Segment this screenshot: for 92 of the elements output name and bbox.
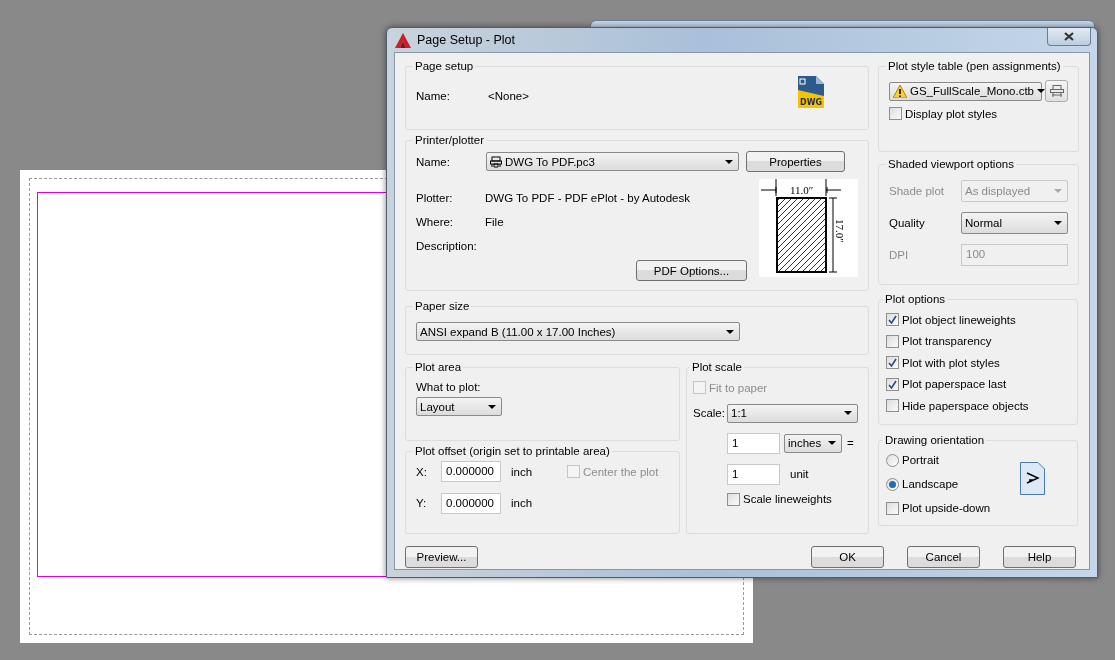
field-label: Shade plot bbox=[889, 185, 945, 197]
field-label: Description: bbox=[416, 240, 478, 252]
warning-icon bbox=[893, 84, 907, 98]
field-label: X: bbox=[416, 465, 428, 478]
checkmark-icon bbox=[888, 358, 897, 368]
radio-button[interactable] bbox=[886, 453, 899, 467]
unit-label: unit bbox=[790, 468, 809, 480]
field-value: DWG To PDF - PDF ePlot - by Autodesk bbox=[485, 192, 690, 204]
field-label: Scale: bbox=[693, 407, 726, 419]
field-label: DPI bbox=[889, 249, 910, 261]
field-label: What to plot: bbox=[416, 381, 482, 393]
caret-icon bbox=[725, 159, 733, 164]
group-title: Plot scale bbox=[691, 361, 743, 373]
unit-label: inch bbox=[511, 497, 534, 509]
caret-icon bbox=[726, 329, 734, 334]
dropdown[interactable]: inches bbox=[784, 433, 842, 453]
checkbox[interactable] bbox=[727, 492, 740, 506]
checkmark-icon bbox=[888, 379, 897, 389]
plotter-icon bbox=[490, 155, 502, 168]
button[interactable]: PDF Options... bbox=[636, 260, 747, 281]
field-label: Quality bbox=[889, 217, 926, 229]
checkbox[interactable] bbox=[886, 334, 899, 348]
caret-icon bbox=[1054, 221, 1062, 225]
dropdown[interactable]: Normal bbox=[961, 212, 1068, 234]
checkbox-label: Fit to paper bbox=[709, 381, 768, 394]
button[interactable]: Help bbox=[1003, 546, 1076, 568]
button[interactable]: Properties bbox=[746, 151, 845, 172]
radio-label: Landscape bbox=[902, 478, 959, 490]
checkmark-icon bbox=[888, 315, 897, 325]
checkbox[interactable] bbox=[886, 399, 899, 413]
button[interactable]: Preview... bbox=[405, 546, 478, 568]
height-label: 17.0″ bbox=[834, 219, 846, 243]
radio-label: Portrait bbox=[902, 454, 940, 466]
group-title: Page setup bbox=[414, 60, 475, 72]
field-label: Name: bbox=[416, 90, 451, 102]
checkbox[interactable] bbox=[886, 313, 899, 327]
input-field[interactable]: 1 bbox=[727, 463, 780, 485]
dropdown[interactable]: ANSI expand B (11.00 x 17.00 Inches) bbox=[416, 322, 740, 341]
checkbox-label: Plot object lineweights bbox=[902, 313, 1016, 326]
checkbox-label: Hide paperspace objects bbox=[902, 399, 1029, 412]
landscape-page-icon bbox=[1020, 462, 1045, 495]
app-logo-icon bbox=[395, 32, 411, 48]
field-value: File bbox=[485, 216, 504, 228]
width-label: 11.0″ bbox=[790, 184, 814, 196]
field-label: Y: bbox=[416, 497, 428, 509]
caret-icon bbox=[828, 441, 836, 445]
field-label: Where: bbox=[416, 216, 455, 228]
checkbox-label: Plot paperspace last bbox=[902, 378, 1007, 391]
checkbox[interactable] bbox=[886, 377, 899, 391]
unit-label: inch bbox=[511, 465, 534, 478]
group-title: Plot style table (pen assignments) bbox=[887, 60, 1062, 72]
group-title: Plot offset (origin set to printable area) bbox=[414, 445, 611, 457]
dropdown[interactable]: DWG To PDF.pc3 bbox=[486, 152, 739, 171]
close-icon bbox=[1064, 32, 1074, 41]
group-title: Paper size bbox=[414, 300, 471, 312]
input-field[interactable]: 0.000000 bbox=[441, 461, 501, 483]
dropdown[interactable]: 1:1 bbox=[727, 403, 858, 423]
checkbox-label: Plot upside-down bbox=[902, 502, 991, 514]
dwg-file-icon bbox=[798, 76, 824, 108]
field-label: Plotter: bbox=[416, 192, 454, 204]
caret-icon bbox=[1037, 89, 1045, 93]
dropdown[interactable]: GS_FullScale_Mono.ctb bbox=[889, 81, 1042, 101]
plotter-icon bbox=[1049, 84, 1064, 98]
checkbox[interactable] bbox=[889, 107, 902, 121]
checkbox-label: Scale lineweights bbox=[743, 493, 832, 506]
group-title: Drawing orientation bbox=[884, 434, 986, 446]
caret-icon bbox=[1054, 189, 1062, 193]
checkbox[interactable] bbox=[886, 356, 899, 370]
button[interactable]: Cancel bbox=[907, 546, 980, 568]
group-title: Plot options bbox=[884, 293, 947, 305]
checkbox-label: Plot transparency bbox=[902, 335, 992, 348]
edit-style-button[interactable] bbox=[1045, 80, 1068, 102]
caret-icon bbox=[488, 404, 496, 409]
checkbox-label: Plot with plot styles bbox=[902, 356, 1000, 369]
checkbox-label: Center the plot bbox=[583, 465, 659, 478]
group-title: Printer/plotter bbox=[414, 134, 486, 146]
field-value: <None> bbox=[488, 90, 529, 102]
dropdown[interactable]: Layout bbox=[416, 397, 502, 416]
radio-button[interactable] bbox=[886, 477, 899, 491]
checkbox[interactable] bbox=[886, 501, 899, 515]
icon-label: DWG bbox=[800, 98, 823, 107]
caret-icon bbox=[844, 411, 852, 415]
input-field[interactable]: 0.000000 bbox=[441, 492, 501, 514]
close-button[interactable] bbox=[1047, 28, 1091, 46]
equals-sign: = bbox=[847, 437, 854, 449]
window-title: Page Setup - Plot bbox=[417, 33, 515, 47]
input-field[interactable]: 1 bbox=[727, 432, 780, 454]
field-label: Name: bbox=[416, 155, 451, 168]
group-title: Shaded viewport options bbox=[887, 158, 1015, 170]
checkbox-label: Display plot styles bbox=[905, 107, 998, 120]
group-title: Plot area bbox=[414, 361, 463, 373]
button[interactable]: OK bbox=[811, 546, 884, 568]
